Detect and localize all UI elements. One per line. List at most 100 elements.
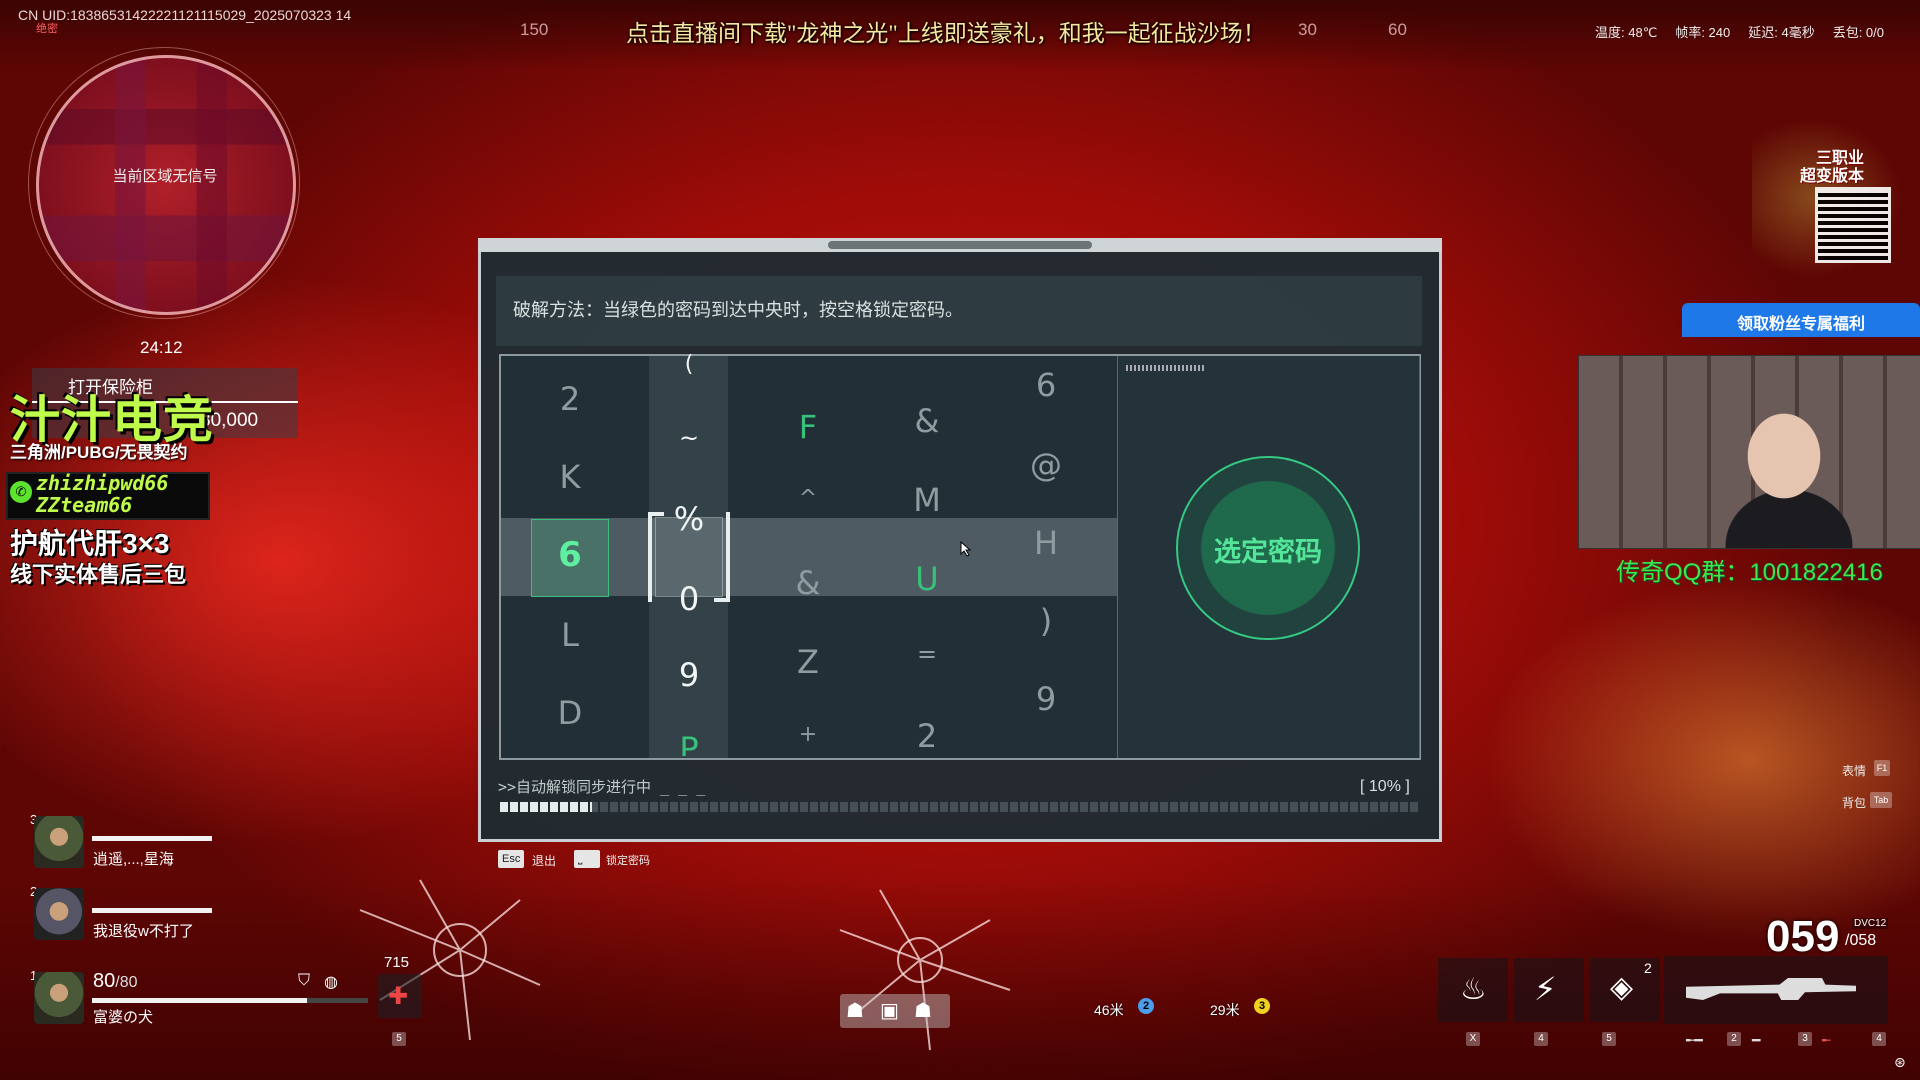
marker-distance-1: 46米: [1094, 1002, 1124, 1018]
marker-badge-1: 2: [1138, 998, 1154, 1014]
player-health: 80/80: [93, 970, 138, 993]
backpack-key[interactable]: Tab: [1870, 792, 1892, 808]
health-bar: [92, 836, 212, 841]
helmet-icon: ◍: [324, 974, 338, 991]
ammo-reserve: /058: [1845, 932, 1877, 949]
game-ad-line-2: 超变版本: [1800, 168, 1865, 185]
slot-key: 2: [1727, 1032, 1741, 1046]
code-char: +: [798, 722, 818, 747]
code-char: ^: [798, 486, 818, 511]
streamer-webcam: [1578, 355, 1920, 549]
promo-line-2: 线下实体售后三包: [10, 562, 187, 587]
code-char: @: [1030, 446, 1062, 484]
team-markers: ☗ ▣ ☗: [840, 994, 950, 1028]
consumable-slot[interactable]: ✚: [378, 974, 422, 1018]
mode-label: 绝密: [36, 23, 58, 35]
progress-fill: [500, 802, 592, 812]
health-bar-fill: [92, 998, 308, 1003]
code-char: 9: [678, 656, 700, 694]
slot-key: X: [1466, 1032, 1480, 1046]
latency-stat: 延迟: 4毫秒: [1748, 25, 1815, 40]
game-ad-line-1: 三职业: [1816, 150, 1865, 167]
compass-tick-2: 30: [1298, 20, 1317, 39]
match-timer: 24:12: [140, 338, 183, 357]
gadget-icon: ◈: [1610, 971, 1634, 1004]
fps-stat: 帧率: 240: [1675, 25, 1731, 40]
melee-small-icon: ╾: [1822, 1032, 1831, 1048]
code-char: F: [798, 408, 818, 446]
unlock-progress-bar: [500, 802, 1420, 812]
settings-icon[interactable]: ⊛: [1894, 1054, 1906, 1071]
fan-benefit-button[interactable]: 领取粉丝专属福利: [1682, 303, 1920, 337]
packet-loss-stat: 丢包: 0/0: [1832, 25, 1884, 40]
player-self: 1 80/80 富婆の犬 ⛉ ◍: [30, 968, 368, 1028]
esc-label: 退出: [532, 854, 557, 868]
code-char: H: [1033, 524, 1059, 562]
soldier-icon: ☗: [846, 1000, 864, 1022]
mouse-cursor-icon: [960, 541, 972, 557]
sprint-icon: ⚡: [1534, 971, 1557, 1007]
slot-key: 4: [1534, 1032, 1548, 1046]
hp-max: /80: [115, 974, 138, 991]
code-char: &: [914, 402, 940, 440]
unlock-status: >>自动解锁同步进行中 _ _ _: [498, 778, 706, 796]
code-char: U: [915, 560, 939, 598]
soldier-icon: ☗: [914, 1000, 932, 1022]
player-name: 富婆の犬: [93, 1009, 154, 1026]
slot-key: 4: [1872, 1032, 1886, 1046]
instruction-text: 破解方法：当绿色的密码到达中央时，按空格锁定密码。: [513, 300, 963, 320]
medkit-icon: ✚: [388, 983, 409, 1010]
wechat-id-2: ZZteam66: [36, 493, 133, 517]
code-char: Z: [797, 643, 819, 681]
wechat-id-1: zhizhipwd66: [36, 471, 169, 495]
marker-distance-2: 29米: [1210, 1002, 1240, 1018]
ammo-count: 059: [1766, 912, 1840, 961]
code-char: 0: [678, 580, 700, 618]
qr-code: [1815, 187, 1891, 263]
code-char: 9: [1035, 680, 1057, 718]
code-char: 2: [916, 717, 938, 755]
code-char: &: [795, 564, 821, 602]
code-char-locked: 6: [558, 535, 582, 575]
hp-value: 80: [93, 970, 116, 992]
pistol-small-icon: ━: [1752, 1032, 1761, 1048]
stream-banner: 点击直播间下载"龙神之光"上线即送豪礼，和我一起征战沙场！: [626, 21, 1266, 46]
compass-tick-3: 60: [1388, 20, 1407, 39]
emote-key[interactable]: F1: [1874, 760, 1890, 776]
health-bar: [92, 908, 212, 913]
code-char: D: [557, 694, 583, 732]
wechat-ids: zhizhipwd66 ZZteam66: [36, 472, 168, 516]
no-signal-text: 当前区域无信号: [112, 168, 218, 185]
health-bar: [92, 998, 368, 1003]
temperature-stat: 温度: 48℃: [1595, 25, 1658, 40]
unlock-percent: [ 10% ]: [1360, 778, 1410, 795]
gadget-count: 2: [1644, 960, 1652, 976]
marker-badge-2: 3: [1254, 998, 1270, 1014]
slot-key: 5: [1602, 1032, 1616, 1046]
item-count: 715: [384, 954, 410, 971]
compass-tick-1: 150: [520, 20, 549, 39]
avatar: [34, 972, 84, 1024]
teammate-name: 我退役w不打了: [93, 923, 194, 940]
performance-stats: 温度: 48℃ 帧率: 240 延迟: 4毫秒 丢包: 0/0: [1595, 22, 1884, 41]
teammate-name: 逍遥,...,星海: [93, 851, 174, 868]
code-char: K: [559, 458, 581, 496]
teammate-3: 3 逍遥,...,星海: [30, 812, 350, 872]
slot-key: 5: [392, 1032, 406, 1046]
keycard-icon: ▣: [880, 1000, 899, 1022]
code-char: 2: [559, 380, 581, 418]
streamer-games: 三角洲/PUBG/无畏契约: [10, 443, 188, 462]
code-char-current: %: [673, 500, 705, 538]
skill-slot-1[interactable]: ♨: [1438, 958, 1508, 1022]
game-ad-title: 三职业 超变版本: [1800, 150, 1864, 186]
code-char: P: [679, 730, 699, 756]
promo-line-1: 护航代肝3×3: [10, 528, 170, 559]
space-key-icon[interactable]: ⎵: [574, 850, 600, 868]
rifle-small-icon: ╾━: [1686, 1032, 1703, 1048]
code-char: (: [684, 352, 694, 377]
esc-key[interactable]: Esc: [498, 850, 525, 868]
avatar: [34, 816, 84, 868]
skill-slot-3[interactable]: ◈ 2: [1590, 958, 1660, 1022]
panel-drag-handle[interactable]: [828, 241, 1092, 249]
skill-slot-2[interactable]: ⚡: [1514, 958, 1584, 1022]
